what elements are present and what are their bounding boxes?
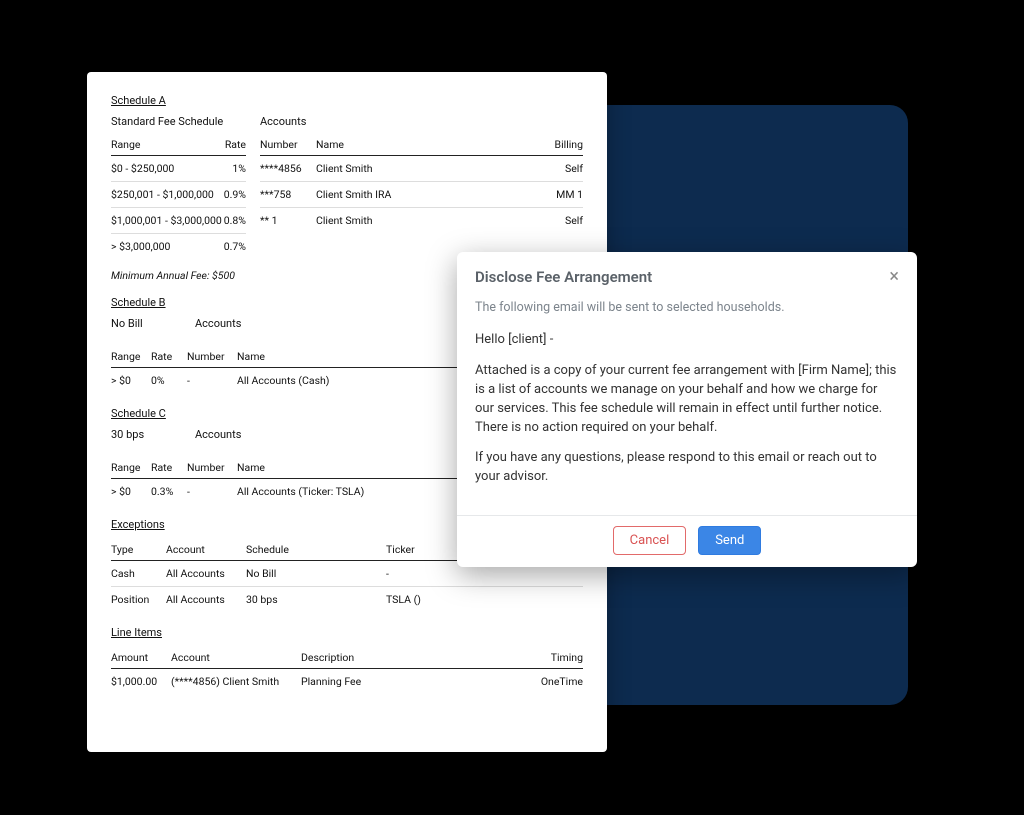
cancel-button[interactable]: Cancel [613,526,687,555]
range-header: Range [111,134,223,156]
schedule-b-left-header: No Bill [111,317,181,330]
table-row: ***758Client Smith IRAMM 1 [260,182,583,208]
email-greeting: Hello [client] - [475,331,899,350]
disclose-fee-modal: Disclose Fee Arrangement × The following… [457,252,917,567]
schedule-c-left-header: 30 bps [111,428,181,441]
table-row: ****4856Client SmithSelf [260,156,583,182]
schedule-b-right-header: Accounts [195,317,241,330]
email-body-paragraph: If you have any questions, please respon… [475,449,899,487]
table-row: $250,001 - $1,000,0000.9% [111,182,246,208]
billing-header: Billing [510,134,583,156]
table-row: $1,000.00 (****4856) Client Smith Planni… [111,669,583,695]
schedule-c-right-header: Accounts [195,428,241,441]
rate-header: Rate [223,134,246,156]
table-row: $1,000,001 - $3,000,0000.8% [111,208,246,234]
send-button[interactable]: Send [698,526,761,555]
line-items-title: Line Items [111,626,583,639]
table-row: $0 - $250,0001% [111,156,246,182]
schedule-a-title: Schedule A [111,94,583,107]
line-items-table: Amount Account Description Timing $1,000… [111,647,583,694]
table-row: Position All Accounts 30 bps TSLA () [111,587,583,613]
schedule-a-accounts-table: Number Name Billing ****4856Client Smith… [260,134,583,233]
schedule-a-left-header: Standard Fee Schedule [111,115,246,128]
modal-title: Disclose Fee Arrangement [475,268,652,286]
close-icon[interactable]: × [889,266,899,287]
modal-description: The following email will be sent to sele… [475,299,899,317]
schedule-a-tiers-table: Range Rate $0 - $250,0001% $250,001 - $1… [111,134,246,259]
table-row: > $3,000,0000.7% [111,234,246,260]
email-body-paragraph: Attached is a copy of your current fee a… [475,362,899,437]
table-row: ** 1Client SmithSelf [260,208,583,234]
name-header: Name [316,134,510,156]
schedule-a-right-header: Accounts [260,115,583,128]
number-header: Number [260,134,316,156]
